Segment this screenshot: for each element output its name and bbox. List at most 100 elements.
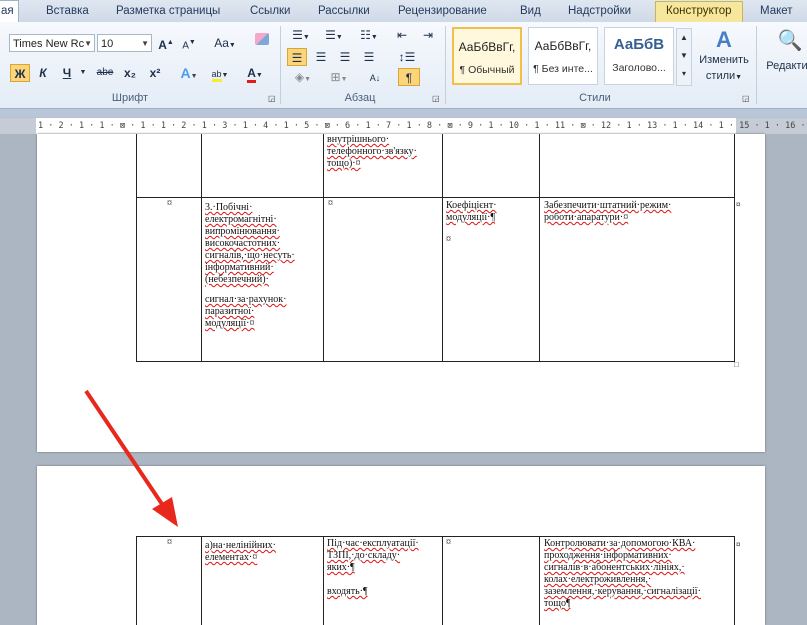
ruler-margin <box>0 118 36 134</box>
borders-button[interactable]: ⊞▼ <box>323 68 355 86</box>
tab-insert[interactable]: Вставка <box>46 3 89 20</box>
dialog-launcher-icon[interactable]: ◲ <box>742 94 750 103</box>
editing-label: Редактир <box>766 60 807 72</box>
table-border <box>323 134 324 362</box>
table-cell[interactable]: внутрішнього· телефонного·зв'язку· тощо)… <box>327 134 439 170</box>
cell-text: електромагнітні· <box>205 214 277 225</box>
table-cell[interactable]: Під·час·експлуатації· ТЗПІ,·до·складу· я… <box>327 538 439 598</box>
tab-home[interactable]: ая <box>0 0 19 23</box>
row-end-mark: ¤ <box>736 200 741 209</box>
cell-text: сигналів,·що·несуть· <box>205 250 295 261</box>
shading-button[interactable]: ◈▼ <box>287 68 319 86</box>
tab-table-design[interactable]: Конструктор <box>655 1 743 23</box>
cell-end-mark: ¤ <box>167 198 172 209</box>
cell-text: яких·¶ <box>327 562 355 573</box>
align-center-button[interactable]: ☰ <box>311 48 331 66</box>
group-separator <box>280 26 281 104</box>
tab-view[interactable]: Вид <box>520 3 541 20</box>
editing-button[interactable]: 🔍 Редактир <box>760 26 807 86</box>
bullets-button[interactable]: ☰▼ <box>287 26 315 44</box>
cell-text: Під·час·експлуатації· <box>327 538 419 549</box>
multilevel-list-button[interactable]: ☷▼ <box>355 26 383 44</box>
styles-group-label: Стили <box>579 92 611 104</box>
arrow-shaft <box>84 389 170 515</box>
eraser-icon <box>255 33 269 45</box>
style-name: Заголово... <box>612 62 666 74</box>
italic-button[interactable]: К <box>34 64 52 82</box>
subscript-button[interactable]: x₂ <box>120 64 140 82</box>
cell-text: заземлення,·керування,·сигналізації· <box>544 586 701 597</box>
sort-button[interactable]: A↓ <box>364 68 386 86</box>
shrink-font-icon: A <box>182 40 189 52</box>
decrease-indent-button[interactable]: ⇤ <box>393 26 411 44</box>
chevron-down-icon[interactable]: ▼ <box>141 35 149 51</box>
cell-text: випромінювання· <box>205 226 280 237</box>
table-cell[interactable]: 3.·Побічні· електромагнітні· випромінюва… <box>205 202 321 330</box>
tab-table-layout[interactable]: Макет <box>760 3 793 20</box>
style-heading[interactable]: АаБбВ Заголово... <box>604 27 674 85</box>
chevron-down-icon[interactable]: ▼ <box>84 35 92 51</box>
tab-page-layout[interactable]: Разметка страницы <box>116 3 220 20</box>
font-group-label: Шрифт <box>111 92 149 104</box>
table-border <box>323 536 324 625</box>
show-marks-button[interactable]: ¶ <box>398 68 420 86</box>
style-no-spacing[interactable]: АаБбВвГг, ¶ Без инте... <box>528 27 598 85</box>
align-left-button[interactable]: ☰ <box>287 48 307 66</box>
increase-indent-button[interactable]: ⇥ <box>419 26 437 44</box>
underline-button[interactable]: Ч <box>56 64 78 82</box>
tab-review[interactable]: Рецензирование <box>398 3 487 20</box>
grow-font-icon: A <box>158 38 167 52</box>
shrink-font-button[interactable]: A▼ <box>180 34 198 52</box>
table-cell[interactable]: Контролювати·за·допомогою·КВА· проходжен… <box>544 538 734 610</box>
table-border <box>136 361 735 362</box>
cell-text: високочастотних· <box>205 238 281 249</box>
line-spacing-button[interactable]: ↕☰ <box>393 48 421 66</box>
paint-bucket-icon: ◈ <box>294 70 305 84</box>
multilevel-list-icon: ☷ <box>360 28 371 42</box>
style-name: ¶ Обычный <box>459 64 515 76</box>
change-styles-label: Изменить <box>699 54 749 66</box>
font-name-combo[interactable]: Times New Rc ▼ <box>9 34 95 52</box>
cell-end-mark: ¤ <box>328 198 333 209</box>
bold-button[interactable]: Ж <box>10 64 30 82</box>
cell-text: проходження·інформативних· <box>544 550 672 561</box>
outdent-icon: ⇤ <box>396 28 408 42</box>
horizontal-ruler[interactable]: 1 · 2 · 1 · 1 · ⊠ · 1 · 1 · 2 · 1 · 3 · … <box>0 117 807 135</box>
chevron-down-icon[interactable]: ▼ <box>78 64 88 82</box>
font-color-icon: A <box>247 66 256 83</box>
table-cell[interactable]: Забезпечити·штатний·режим· роботи·апарат… <box>544 200 732 224</box>
red-arrow-icon <box>84 389 178 527</box>
tab-references[interactable]: Ссылки <box>250 3 291 20</box>
align-right-button[interactable]: ☰ <box>335 48 355 66</box>
dialog-launcher-icon[interactable]: ◲ <box>432 94 440 103</box>
cell-text: елементах·¤ <box>205 552 258 563</box>
style-name: ¶ Без инте... <box>533 63 593 75</box>
strikethrough-button[interactable]: abe <box>94 64 116 82</box>
cell-text: ТЗПІ,·до·складу· <box>327 550 401 561</box>
change-styles-button[interactable]: A Изменить стили▼ <box>694 26 754 86</box>
row-end-mark: ¤ <box>736 540 741 549</box>
font-color-button[interactable]: A▼ <box>240 64 270 83</box>
grow-font-button[interactable]: A▲ <box>157 34 175 52</box>
font-size-combo[interactable]: 10 ▼ <box>97 34 152 52</box>
numbering-button[interactable]: ☰▼ <box>320 26 348 44</box>
table-resize-handle[interactable]: □ <box>734 360 739 369</box>
dialog-launcher-icon[interactable]: ◲ <box>268 94 276 103</box>
text-effects-button[interactable]: A▼ <box>178 64 200 82</box>
cell-text: сигналів·в·абонентських·лініях,· <box>544 562 685 573</box>
highlight-button[interactable]: ab▼ <box>205 64 235 82</box>
superscript-button[interactable]: x² <box>145 64 165 82</box>
cell-text: входять·¶ <box>327 586 368 597</box>
cell-text: інформативний· <box>205 262 274 273</box>
ribbon-tabs: ая Вставка Разметка страницы Ссылки Расс… <box>0 0 807 23</box>
tab-mailings[interactable]: Рассылки <box>318 3 370 20</box>
styles-scroll[interactable]: ▲ ▼ ▾ <box>676 28 692 86</box>
justify-button[interactable]: ☰ <box>359 48 379 66</box>
table-cell[interactable]: Коефіцієнт· модуляції·¶ ¤ <box>446 200 536 246</box>
change-case-button[interactable]: Aa▼ <box>212 34 238 52</box>
clear-formatting-button[interactable] <box>252 32 272 50</box>
table-cell[interactable]: а)на·нелінійних· елементах·¤ <box>205 540 321 564</box>
style-normal[interactable]: АаБбВвГг, ¶ Обычный <box>452 27 522 85</box>
tab-addins[interactable]: Надстройки <box>568 3 631 20</box>
cell-text: 3.·Побічні· <box>205 202 253 213</box>
